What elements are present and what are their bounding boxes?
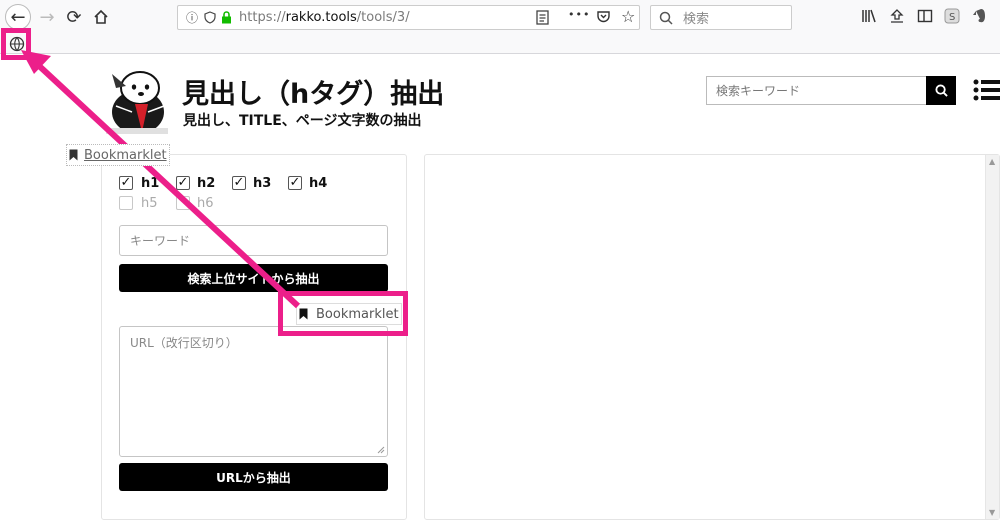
bookmark-ribbon-icon — [69, 149, 78, 161]
url-textarea-placeholder: URL（改行区切り） — [130, 336, 238, 350]
dragged-bookmarklet-label: Bookmarklet — [84, 147, 167, 163]
search-icon — [934, 84, 948, 97]
results-scrollbar[interactable]: ▲ ▼ — [985, 155, 999, 519]
h4-checkbox[interactable]: ✓ — [288, 176, 302, 190]
url-textarea[interactable]: URL（改行区切り） — [119, 326, 388, 457]
browser-search-box[interactable]: 検索 — [650, 5, 792, 30]
page-subtitle: 見出し、TITLE、ページ文字数の抽出 — [183, 113, 422, 129]
h4-label: h4 — [309, 176, 328, 191]
extract-from-search-label: 検索上位サイトから抽出 — [187, 271, 320, 286]
scroll-up-icon[interactable]: ▲ — [989, 157, 995, 166]
h6-checkbox[interactable] — [176, 196, 190, 210]
home-button[interactable] — [89, 5, 113, 29]
home-icon — [94, 9, 108, 24]
h3-label: h3 — [253, 176, 272, 191]
extract-from-url-label: URLから抽出 — [216, 470, 291, 485]
pocket-icon[interactable] — [596, 9, 611, 28]
url-bar[interactable]: ⓘ https://rakko.tools/tools/3/ ••• ☆ — [177, 5, 640, 30]
back-button[interactable]: ← — [5, 4, 31, 30]
keyword-placeholder: キーワード — [130, 234, 191, 248]
reader-view-icon[interactable] — [536, 10, 549, 29]
info-icon[interactable]: ⓘ — [186, 9, 198, 26]
sync-icon[interactable] — [889, 8, 905, 28]
hamburger-menu-icon[interactable] — [973, 78, 1000, 102]
h2-label: h2 — [197, 176, 216, 191]
tracking-shield-icon[interactable] — [204, 11, 216, 24]
sidebar-icon[interactable] — [917, 8, 933, 28]
h3-checkbox[interactable]: ✓ — [232, 176, 246, 190]
search-icon — [659, 11, 673, 25]
bookmarklet-highlight — [278, 291, 408, 336]
library-icon[interactable] — [861, 8, 877, 28]
bookmarks-toolbar — [0, 34, 1000, 54]
h6-label: h6 — [197, 196, 214, 211]
h1-label: h1 — [141, 176, 160, 191]
url-text[interactable]: https://rakko.tools/tools/3/ — [239, 10, 410, 25]
forward-button[interactable]: → — [35, 5, 59, 29]
site-search-button[interactable] — [926, 76, 956, 105]
site-search-placeholder: 検索キーワード — [716, 84, 801, 98]
extract-from-search-button[interactable]: 検索上位サイトから抽出 — [119, 264, 388, 292]
h1-checkbox[interactable]: ✓ — [119, 176, 133, 190]
arrow-right-icon: → — [39, 6, 55, 28]
lock-icon[interactable] — [221, 11, 232, 24]
dragged-bookmarklet-ghost: Bookmarklet — [66, 144, 170, 166]
evernote-icon[interactable] — [972, 8, 988, 28]
extension-s-icon[interactable]: S — [944, 8, 960, 28]
h2-checkbox[interactable]: ✓ — [176, 176, 190, 190]
keyword-input[interactable]: キーワード — [119, 225, 388, 256]
page-actions-menu-icon[interactable]: ••• — [568, 8, 590, 21]
scroll-down-icon[interactable]: ▼ — [989, 508, 995, 517]
reload-button[interactable]: ⟳ — [62, 5, 86, 29]
bookmark-target-highlight — [1, 28, 31, 60]
reload-icon: ⟳ — [66, 6, 82, 28]
bookmark-star-icon[interactable]: ☆ — [621, 7, 635, 26]
h5-checkbox[interactable] — [119, 196, 133, 210]
browser-search-placeholder: 検索 — [683, 12, 710, 27]
page-title: 見出し（hタグ）抽出 — [182, 79, 445, 110]
svg-text:S: S — [949, 12, 955, 23]
arrow-left-icon: ← — [10, 6, 26, 28]
results-panel — [424, 154, 1000, 520]
site-search-input[interactable]: 検索キーワード — [706, 76, 926, 105]
h5-label: h5 — [141, 196, 158, 211]
resize-handle-icon[interactable] — [377, 446, 385, 454]
extract-from-url-button[interactable]: URLから抽出 — [119, 463, 388, 491]
rakko-mascot-logo — [106, 71, 168, 134]
browser-toolbar: ← → ⟳ ⓘ https://rakko.tools/tools/3/ •••… — [0, 0, 1000, 34]
